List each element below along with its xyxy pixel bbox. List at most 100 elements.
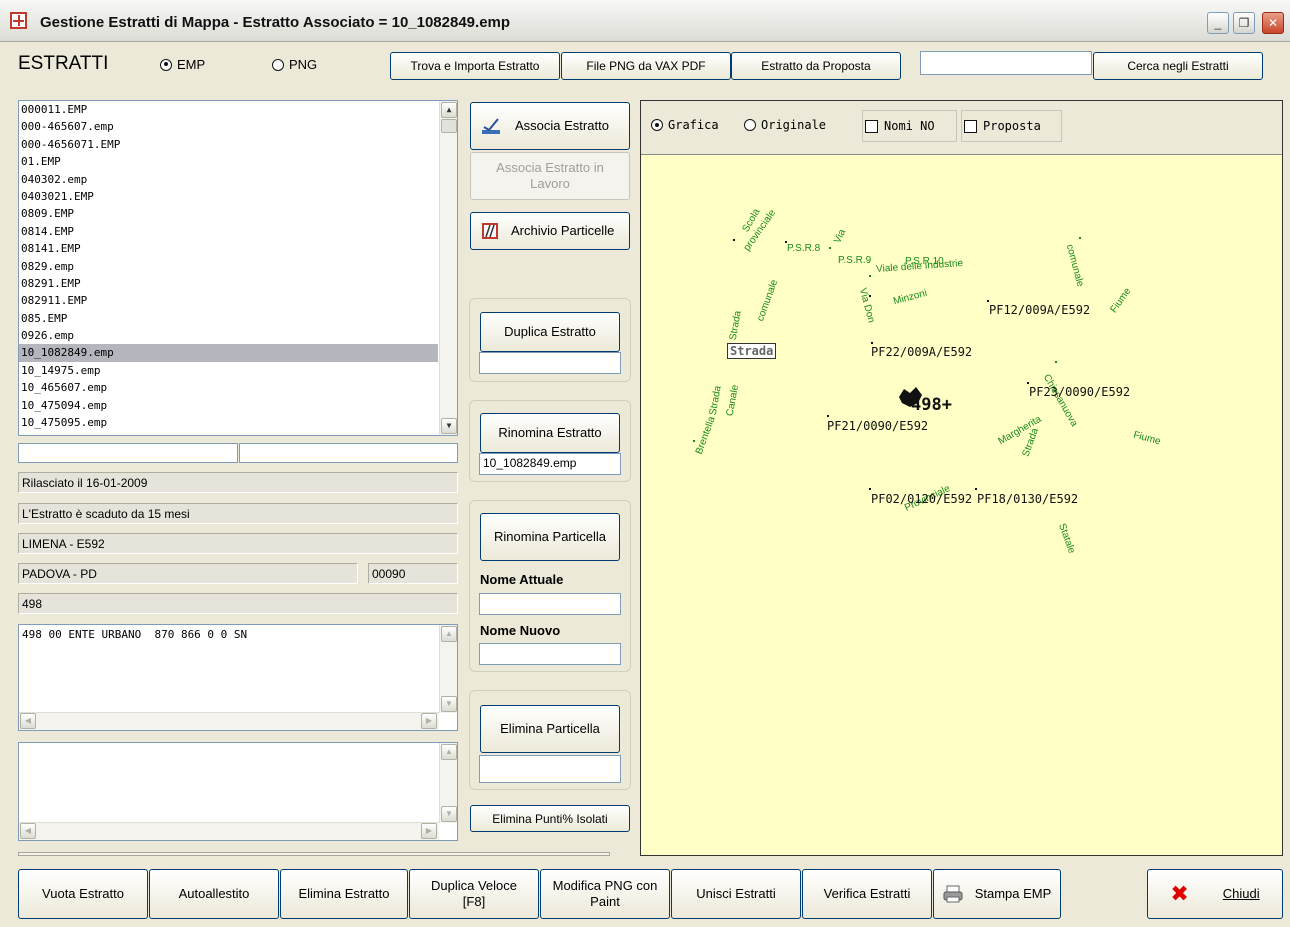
search-input[interactable] — [920, 51, 1092, 75]
archivio-particelle-button[interactable]: Archivio Particelle — [470, 212, 630, 250]
duplica-estratto-button[interactable]: Duplica Estratto — [480, 312, 620, 352]
nome-nuovo-input[interactable] — [479, 643, 621, 665]
radio-png[interactable]: PNG — [272, 57, 317, 72]
file-list-item[interactable]: 0829.emp — [19, 258, 438, 275]
scroll-down-arrow-icon[interactable]: ▼ — [441, 806, 457, 822]
stampa-emp-button[interactable]: Stampa EMP — [933, 869, 1061, 919]
file-list-item[interactable]: 0814.EMP — [19, 223, 438, 240]
verifica-estratti-button[interactable]: Verifica Estratti — [802, 869, 932, 919]
parcel-label[interactable]: PF02/0120/E592 — [871, 492, 972, 506]
street-label: comunale — [1063, 243, 1086, 288]
radio-originale[interactable]: Originale — [744, 118, 826, 132]
rinomina-estratto-button[interactable]: Rinomina Estratto — [480, 413, 620, 453]
proposta-checkbox-box[interactable] — [964, 119, 977, 133]
nome-attuale-input[interactable] — [479, 593, 621, 615]
file-list-scrollbar[interactable]: ▲ ▼ — [439, 101, 457, 435]
nomi-no-checkbox-box[interactable] — [865, 119, 878, 133]
file-list-item[interactable]: 10_14975.emp — [19, 362, 438, 379]
parcel-label[interactable]: PF18/0130/E592 — [977, 492, 1078, 506]
estratto-da-proposta-button[interactable]: Estratto da Proposta — [731, 52, 901, 80]
proposta-label: Proposta — [983, 119, 1041, 133]
file-list-item[interactable]: 01.EMP — [19, 153, 438, 170]
autoallestito-button[interactable]: Autoallestito — [149, 869, 279, 919]
checkbox-proposta[interactable]: Proposta — [961, 110, 1062, 142]
vuota-estratto-button[interactable]: Vuota Estratto — [18, 869, 148, 919]
elimina-particella-input[interactable] — [479, 755, 621, 783]
notes-vscroll[interactable]: ▲ ▼ — [439, 743, 457, 823]
file-list-item[interactable]: 085.EMP — [19, 310, 438, 327]
radio-originale-indicator[interactable] — [744, 119, 756, 131]
scroll-down-arrow-icon[interactable]: ▼ — [441, 696, 457, 712]
cerca-estratti-button[interactable]: Cerca negli Estratti — [1093, 52, 1263, 80]
street-label: Strada — [727, 310, 744, 341]
parcel-label[interactable]: PF21/0090/E592 — [827, 419, 928, 433]
section-title: ESTRATTI — [18, 53, 109, 74]
associa-estratto-button[interactable]: Associa Estratto — [470, 102, 630, 150]
scroll-down-arrow-icon[interactable]: ▼ — [441, 418, 457, 434]
radio-grafica[interactable]: Grafica — [651, 118, 719, 132]
notes-memo[interactable]: ▲ ▼ ◀ ▶ — [18, 742, 458, 841]
checkbox-nomi-no[interactable]: Nomi NO — [862, 110, 957, 142]
file-list-item[interactable]: 0809.EMP — [19, 205, 438, 222]
memo-hscroll[interactable]: ◀ ▶ — [19, 712, 439, 730]
scroll-left-arrow-icon[interactable]: ◀ — [20, 713, 36, 729]
file-list[interactable]: 000011.EMP 000-465607.emp 000-4656071.EMP 0… — [18, 100, 458, 436]
rinomina-name-input[interactable]: 10_1082849.emp — [479, 453, 621, 475]
scroll-right-arrow-icon[interactable]: ▶ — [421, 713, 437, 729]
memo-vscroll[interactable]: ▲ ▼ — [439, 625, 457, 713]
printer-icon — [943, 885, 963, 903]
minimize-button[interactable]: _ — [1207, 12, 1229, 34]
app-icon — [10, 12, 27, 29]
elimina-particella-button[interactable]: Elimina Particella — [480, 705, 620, 753]
info-field-b[interactable] — [239, 443, 458, 463]
trova-importa-button[interactable]: Trova e Importa Estratto — [390, 52, 560, 80]
stampa-emp-label: Stampa EMP — [974, 886, 1052, 901]
parcel-label[interactable]: PF23/0090/E592 — [1029, 385, 1130, 399]
scroll-up-arrow-icon[interactable]: ▲ — [441, 102, 457, 118]
file-list-item[interactable]: 000011.EMP — [19, 101, 438, 118]
scroll-up-arrow-icon[interactable]: ▲ — [441, 626, 457, 642]
map-canvas[interactable]: Scola provinciale P.S.R.8 Via P.S.R.9 Vi… — [641, 154, 1282, 855]
radio-originale-label: Originale — [761, 118, 827, 132]
radio-grafica-indicator[interactable] — [651, 119, 663, 131]
restore-button[interactable]: ❐ — [1233, 12, 1255, 34]
rinomina-particella-button[interactable]: Rinomina Particella — [480, 513, 620, 561]
scroll-thumb[interactable] — [441, 119, 457, 133]
file-list-item[interactable]: 082911.EMP — [19, 292, 438, 309]
file-list-item[interactable]: 08291.EMP — [19, 275, 438, 292]
comune-field: LIMENA - E592 — [18, 533, 458, 554]
radio-png-indicator[interactable] — [272, 58, 284, 71]
file-list-item[interactable]: 08141.EMP — [19, 240, 438, 257]
file-list-item[interactable]: 10_475095.emp — [19, 414, 438, 431]
file-list-item[interactable]: 0926.emp — [19, 327, 438, 344]
file-list-item[interactable]: 10_1082849.emp — [19, 344, 438, 362]
close-window-button[interactable]: ✕ — [1262, 12, 1284, 34]
particella-detail-memo[interactable]: 498 00 ENTE URBANO 870 866 0 0 SN ▲ ▼ ◀ … — [18, 624, 458, 731]
file-list-item[interactable]: 10_475094.emp — [19, 397, 438, 414]
parcel-label[interactable]: PF12/009A/E592 — [989, 303, 1090, 317]
info-field-a[interactable] — [18, 443, 238, 463]
scroll-right-arrow-icon[interactable]: ▶ — [421, 823, 437, 839]
duplica-veloce-button[interactable]: Duplica Veloce [F8] — [409, 869, 539, 919]
unisci-estratti-button[interactable]: Unisci Estratti — [671, 869, 801, 919]
radio-emp[interactable]: EMP — [160, 57, 205, 72]
parcel-label[interactable]: PF22/009A/E592 — [871, 345, 972, 359]
file-list-item[interactable]: 040302.emp — [19, 171, 438, 188]
file-list-item[interactable]: 10_465607.emp — [19, 379, 438, 396]
radio-emp-indicator[interactable] — [160, 58, 172, 71]
file-list-item[interactable]: 000-465607.emp — [19, 118, 438, 135]
scroll-left-arrow-icon[interactable]: ◀ — [20, 823, 36, 839]
notes-hscroll[interactable]: ◀ ▶ — [19, 822, 439, 840]
duplica-name-input[interactable] — [479, 352, 621, 374]
file-list-item[interactable]: 0403021.EMP — [19, 188, 438, 205]
associa-in-lavoro-button[interactable]: Associa Estratto in Lavoro — [470, 152, 630, 200]
modifica-png-button[interactable]: Modifica PNG con Paint — [540, 869, 670, 919]
scroll-up-arrow-icon[interactable]: ▲ — [441, 744, 457, 760]
street-label: P.S.R.10 — [905, 256, 944, 267]
boxed-street-label[interactable]: Strada — [727, 343, 777, 359]
file-list-item[interactable]: 000-4656071.EMP — [19, 136, 438, 153]
png-da-vax-button[interactable]: File PNG da VAX PDF — [561, 52, 731, 80]
elimina-punti-isolati-button[interactable]: Elimina Punti% Isolati — [470, 805, 630, 832]
chiudi-button[interactable]: ✖ Chiudi — [1147, 869, 1283, 919]
elimina-estratto-button[interactable]: Elimina Estratto — [280, 869, 408, 919]
